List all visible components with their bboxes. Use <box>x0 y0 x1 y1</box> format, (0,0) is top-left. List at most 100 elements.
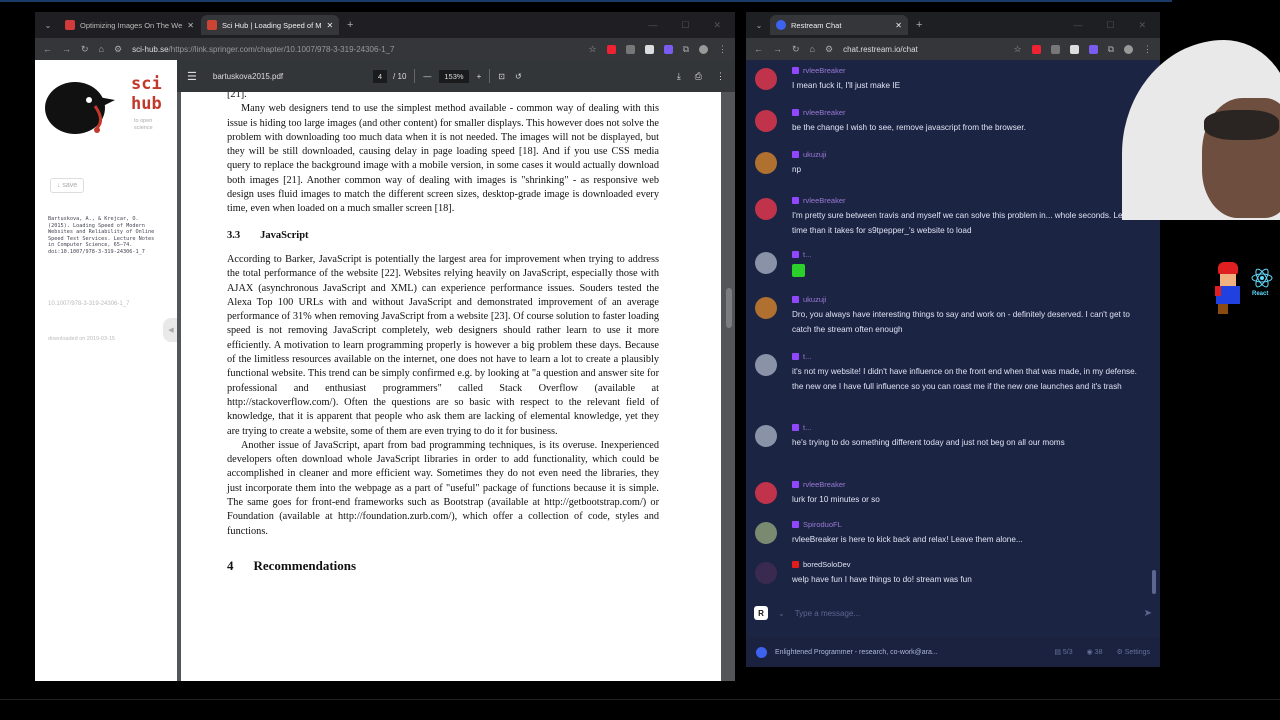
avatar[interactable] <box>755 110 777 132</box>
avatar[interactable] <box>755 482 777 504</box>
back-icon[interactable]: ← <box>754 44 763 54</box>
extension-icon[interactable] <box>644 44 654 54</box>
tab-search-icon[interactable]: ⌄ <box>752 18 766 32</box>
extension-icon[interactable] <box>625 44 635 54</box>
zoom-out-icon[interactable]: — <box>423 72 431 81</box>
close-tab-icon[interactable]: ✕ <box>895 21 902 30</box>
section-title: JavaScript <box>260 229 309 241</box>
close-window-icon[interactable]: ✕ <box>1138 20 1146 31</box>
message-username[interactable]: rvleeBreaker <box>792 108 846 117</box>
more-options-icon[interactable]: ⋮ <box>716 71 725 82</box>
scihub-logo[interactable]: sci hub to open science <box>41 68 171 148</box>
avatar[interactable] <box>755 68 777 90</box>
forward-icon[interactable]: → <box>62 44 71 54</box>
pdf-viewer[interactable]: [21]. Many web designers tend to use the… <box>177 92 735 681</box>
reload-icon[interactable]: ↻ <box>81 44 89 55</box>
extensions-puzzle-icon[interactable]: ⧉ <box>683 44 689 55</box>
settings-label: Settings <box>1124 649 1150 656</box>
maximize-icon[interactable]: ☐ <box>1106 20 1114 31</box>
new-tab-icon[interactable]: + <box>347 19 353 31</box>
reload-icon[interactable]: ↻ <box>792 44 800 55</box>
close-window-icon[interactable]: ✕ <box>713 20 721 31</box>
message-text: be the change I wish to see, remove java… <box>792 123 1026 132</box>
twitch-icon <box>792 296 799 303</box>
fit-page-icon[interactable]: ⊡ <box>498 72 505 81</box>
site-info-icon[interactable]: ⚙ <box>825 44 833 55</box>
message-text: Dro, you always have interesting things … <box>792 310 1130 334</box>
extension-icon[interactable] <box>1031 44 1041 54</box>
message-username[interactable]: SpiroduoFL <box>792 520 842 529</box>
tab-strip: ⌄ Optimizing Images On The We ✕ Sci Hub … <box>35 12 735 38</box>
zoom-level-input[interactable]: 153% <box>439 69 469 83</box>
pdf-scrollbar[interactable] <box>726 288 732 328</box>
message-username[interactable]: rvleeBreaker <box>792 66 846 75</box>
close-tab-icon[interactable]: ✕ <box>327 21 334 30</box>
settings-button[interactable]: ⚙ Settings <box>1116 648 1150 656</box>
back-icon[interactable]: ← <box>43 44 52 54</box>
url-host: sci-hub.se <box>132 44 169 54</box>
address-bar[interactable]: sci-hub.se/https://link.springer.com/cha… <box>132 45 578 54</box>
twitch-icon <box>792 353 799 360</box>
address-bar[interactable]: chat.restream.io/chat <box>843 45 1003 54</box>
avatar[interactable] <box>755 297 777 319</box>
avatar[interactable] <box>755 198 777 220</box>
extension-icon[interactable] <box>606 44 616 54</box>
message-username[interactable]: t... <box>792 423 811 432</box>
more-menu-icon[interactable]: ⋮ <box>718 44 727 55</box>
message-username[interactable]: rvleeBreaker <box>792 196 846 205</box>
avatar[interactable] <box>755 522 777 544</box>
save-button[interactable]: ↓ save <box>50 178 84 193</box>
message-username[interactable]: t... <box>792 352 811 361</box>
channel-select-chevron-icon[interactable]: ⌄ <box>778 609 785 618</box>
logo-text-hub: hub <box>131 94 162 114</box>
avatar[interactable] <box>755 354 777 376</box>
download-icon[interactable]: ⤓ <box>677 71 681 82</box>
message-text: it's not my website! I didn't have influ… <box>792 367 1137 391</box>
close-tab-icon[interactable]: ✕ <box>187 21 194 30</box>
tab-scihub[interactable]: Sci Hub | Loading Speed of M ✕ <box>201 15 339 35</box>
zoom-in-icon[interactable]: + <box>477 72 482 81</box>
minimize-icon[interactable]: — <box>1073 20 1082 31</box>
message-text: I'm pretty sure between travis and mysel… <box>792 211 1131 235</box>
avatar[interactable] <box>755 425 777 447</box>
minimize-icon[interactable]: — <box>648 20 657 31</box>
extension-icon[interactable] <box>1088 44 1098 54</box>
profile-avatar-icon[interactable] <box>699 44 708 54</box>
tab-search-icon[interactable]: ⌄ <box>41 18 55 32</box>
message-username[interactable]: rvleeBreaker <box>792 480 846 489</box>
browser-window-restream: ⌄ Restream Chat ✕ + — ☐ ✕ ← → ↻ ⌂ ⚙ chat… <box>746 12 1160 667</box>
forward-icon[interactable]: → <box>773 44 782 54</box>
bookmark-star-icon[interactable]: ☆ <box>1013 44 1021 55</box>
message-input[interactable]: Type a message... <box>795 609 1134 618</box>
extension-icon[interactable] <box>1069 44 1079 54</box>
page-number-input[interactable]: 4 <box>372 69 388 83</box>
site-info-icon[interactable]: ⚙ <box>114 44 122 55</box>
bookmark-star-icon[interactable]: ☆ <box>588 44 596 55</box>
message-username[interactable]: boredSoloDev <box>792 560 851 569</box>
tab-optimizing-images[interactable]: Optimizing Images On The We ✕ <box>59 15 197 35</box>
maximize-icon[interactable]: ☐ <box>681 20 689 31</box>
rotate-icon[interactable]: ↺ <box>515 72 522 81</box>
extension-icon[interactable] <box>663 44 673 54</box>
avatar[interactable] <box>755 562 777 584</box>
extension-icon[interactable] <box>1050 44 1060 54</box>
avatar[interactable] <box>755 152 777 174</box>
message-username[interactable]: ukuzuji <box>792 150 826 159</box>
section-heading-recommendations: 4 Recommendations <box>227 558 659 573</box>
message-username[interactable]: ukuzuji <box>792 295 826 304</box>
send-icon[interactable]: ➤ <box>1144 608 1152 619</box>
webcam-overlay <box>1112 40 1280 220</box>
new-tab-icon[interactable]: + <box>916 19 922 31</box>
home-icon[interactable]: ⌂ <box>99 44 104 54</box>
tab-restream-chat[interactable]: Restream Chat ✕ <box>770 15 908 35</box>
username-text: boredSoloDev <box>803 560 851 569</box>
chat-scrollbar[interactable] <box>1152 570 1156 594</box>
avatar[interactable] <box>755 252 777 274</box>
home-icon[interactable]: ⌂ <box>810 44 815 54</box>
doi-link[interactable]: 10.1007/978-3-319-24306-1_7 <box>48 300 163 308</box>
youtube-icon <box>792 561 799 568</box>
message-username[interactable]: t... <box>792 250 811 259</box>
downloaded-date: downloaded on 2019-03-15 <box>48 336 115 342</box>
pdf-menu-icon[interactable]: ☰ <box>187 70 197 83</box>
print-icon[interactable]: ⎙ <box>695 71 702 82</box>
